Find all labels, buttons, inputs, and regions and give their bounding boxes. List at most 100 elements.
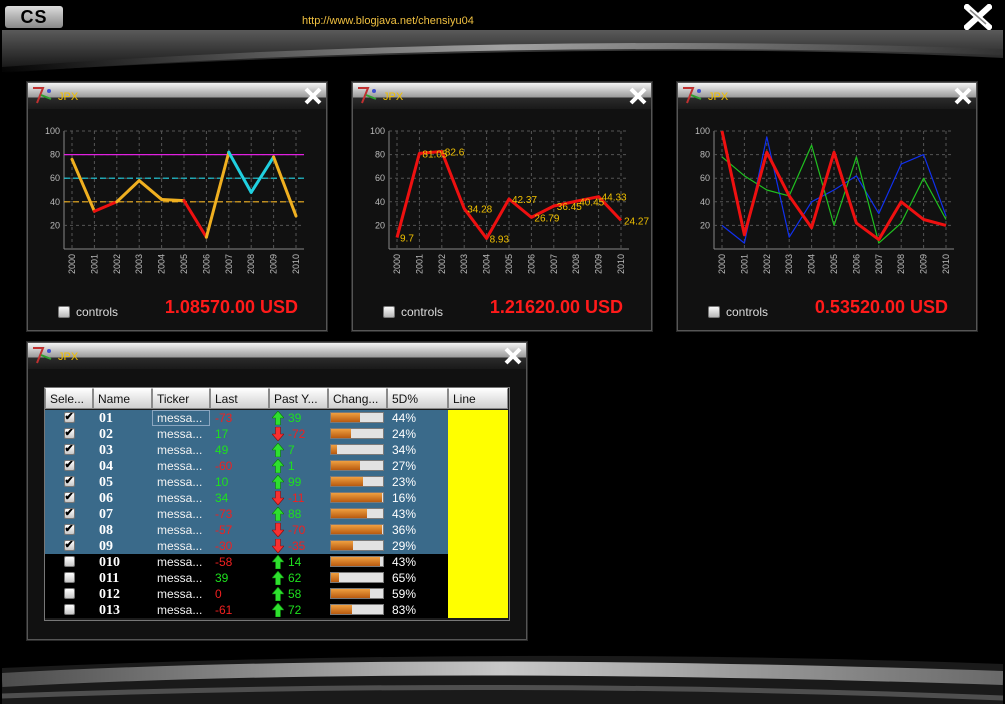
ticker-cell[interactable]: messa... — [152, 586, 210, 602]
table-row[interactable]: ✔ 08 messa... -57 -70 36% — [45, 522, 508, 538]
ticker-cell[interactable]: messa... — [152, 426, 210, 442]
ticker-cell[interactable]: messa... — [152, 538, 210, 554]
ticker-cell[interactable]: messa... — [152, 442, 210, 458]
row-select-checkbox[interactable] — [63, 556, 75, 567]
select-cell[interactable]: ✔ — [45, 522, 93, 538]
table-row[interactable]: ✔ 07 messa... -73 88 43% — [45, 506, 508, 522]
y-tick-label: 60 — [700, 173, 710, 183]
row-select-checkbox[interactable]: ✔ — [63, 459, 75, 471]
row-select-checkbox[interactable] — [63, 604, 75, 615]
table-row[interactable]: 010 messa... -58 14 43% — [45, 554, 508, 570]
chart-panel-3: JPX 20 40 60 80 100 2000 2001 2002 2003 2004 2005 2… — [677, 82, 977, 331]
name-cell: 02 — [93, 426, 152, 442]
change-progress-fill — [331, 429, 351, 438]
panel-header[interactable]: JPX — [28, 83, 326, 109]
table-row[interactable]: 011 messa... 39 62 65% — [45, 570, 508, 586]
row-select-checkbox[interactable]: ✔ — [63, 443, 75, 455]
check-mark-icon: ✔ — [64, 443, 74, 455]
last-cell: -61 — [210, 602, 269, 618]
row-select-checkbox[interactable]: ✔ — [63, 539, 75, 551]
table-row[interactable]: 012 messa... 0 58 59% — [45, 586, 508, 602]
table-row[interactable]: ✔ 03 messa... 49 7 34% — [45, 442, 508, 458]
controls-toggle[interactable]: controls — [383, 301, 443, 319]
select-cell[interactable]: ✔ — [45, 538, 93, 554]
table-row[interactable]: 013 messa... -61 72 83% — [45, 602, 508, 618]
controls-toggle[interactable]: controls — [708, 301, 768, 319]
select-cell[interactable]: ✔ — [45, 490, 93, 506]
panel-header[interactable]: JPX — [28, 343, 526, 369]
five-day-cell: 34% — [387, 442, 448, 458]
panel-close-icon[interactable] — [954, 87, 972, 105]
table-row[interactable]: ✔ 05 messa... 10 99 23% — [45, 474, 508, 490]
ticker-cell[interactable]: messa... — [152, 458, 210, 474]
column-header[interactable]: Chang... — [328, 388, 387, 409]
x-tick-label: 2001 — [89, 254, 99, 274]
ticker-cell[interactable]: messa... — [152, 410, 210, 426]
row-select-checkbox[interactable]: ✔ — [63, 491, 75, 503]
select-cell[interactable]: ✔ — [45, 474, 93, 490]
ticker-cell[interactable]: messa... — [152, 570, 210, 586]
check-mark-icon: ✔ — [64, 523, 74, 535]
app-logo: CS — [5, 6, 63, 28]
panel-header[interactable]: JPX — [678, 83, 976, 109]
x-tick-label: 2002 — [762, 254, 772, 274]
select-cell[interactable] — [45, 554, 93, 570]
controls-toggle[interactable]: controls — [58, 301, 118, 319]
ticker-cell[interactable]: messa... — [152, 474, 210, 490]
select-cell[interactable] — [45, 586, 93, 602]
change-progress-fill — [331, 477, 364, 486]
select-cell[interactable]: ✔ — [45, 458, 93, 474]
price-readout: 0.53520.00 USD — [814, 297, 948, 317]
change-progress-fill — [331, 605, 352, 614]
table-row[interactable]: ✔ 04 messa... -60 1 27% — [45, 458, 508, 474]
controls-checkbox[interactable] — [383, 305, 395, 318]
change-progress-fill — [331, 493, 382, 502]
row-select-checkbox[interactable]: ✔ — [63, 427, 75, 439]
panel-close-icon[interactable] — [504, 347, 522, 365]
table-row[interactable]: ✔ 06 messa... 34 -11 16% — [45, 490, 508, 506]
table-row[interactable]: ✔ 09 messa... -30 -35 29% — [45, 538, 508, 554]
panel-header[interactable]: JPX — [353, 83, 651, 109]
select-cell[interactable] — [45, 602, 93, 618]
url-link[interactable]: http://www.blogjava.net/chensiyu04 — [302, 15, 474, 27]
check-mark-icon: ✔ — [64, 427, 74, 439]
green-up-arrow-icon — [272, 443, 284, 457]
row-select-checkbox[interactable]: ✔ — [63, 475, 75, 487]
column-header[interactable]: Ticker — [152, 388, 210, 409]
controls-checkbox[interactable] — [708, 305, 720, 318]
line-chart: 20 40 60 80 100 2000 2001 2002 2003 2004 2005 2006 2… — [695, 126, 954, 274]
ticker-cell[interactable]: messa... — [152, 554, 210, 570]
row-select-checkbox[interactable]: ✔ — [63, 523, 75, 535]
column-header[interactable]: Last — [210, 388, 269, 409]
series-segment — [182, 199, 208, 239]
select-cell[interactable]: ✔ — [45, 442, 93, 458]
select-cell[interactable]: ✔ — [45, 410, 93, 426]
column-header[interactable]: Name — [93, 388, 152, 409]
green-up-arrow-icon — [272, 555, 284, 569]
panel-close-icon[interactable] — [629, 87, 647, 105]
column-header[interactable]: Line — [448, 388, 508, 409]
select-cell[interactable] — [45, 570, 93, 586]
table-row[interactable]: ✔ 01 messa... -73 39 44% — [45, 410, 508, 426]
row-select-checkbox[interactable]: ✔ — [63, 411, 75, 423]
table-row[interactable]: ✔ 02 messa... 17 -72 24% — [45, 426, 508, 442]
y-tick-label: 40 — [50, 197, 60, 207]
row-select-checkbox[interactable] — [63, 572, 75, 583]
close-x-icon[interactable] — [964, 4, 992, 30]
ticker-cell[interactable]: messa... — [152, 522, 210, 538]
name-cell: 04 — [93, 458, 152, 474]
select-cell[interactable]: ✔ — [45, 426, 93, 442]
name-cell: 013 — [93, 602, 152, 618]
column-header[interactable]: 5D% — [387, 388, 448, 409]
panel-close-icon[interactable] — [304, 87, 322, 105]
row-select-checkbox[interactable] — [63, 588, 75, 599]
ticker-cell[interactable]: messa... — [152, 602, 210, 618]
ticker-cell[interactable]: messa... — [152, 490, 210, 506]
select-cell[interactable]: ✔ — [45, 506, 93, 522]
controls-checkbox[interactable] — [58, 305, 70, 318]
column-header[interactable]: Sele... — [45, 388, 93, 409]
change-progress-bar — [330, 540, 384, 551]
row-select-checkbox[interactable]: ✔ — [63, 507, 75, 519]
column-header[interactable]: Past Y... — [269, 388, 328, 409]
ticker-cell[interactable]: messa... — [152, 506, 210, 522]
